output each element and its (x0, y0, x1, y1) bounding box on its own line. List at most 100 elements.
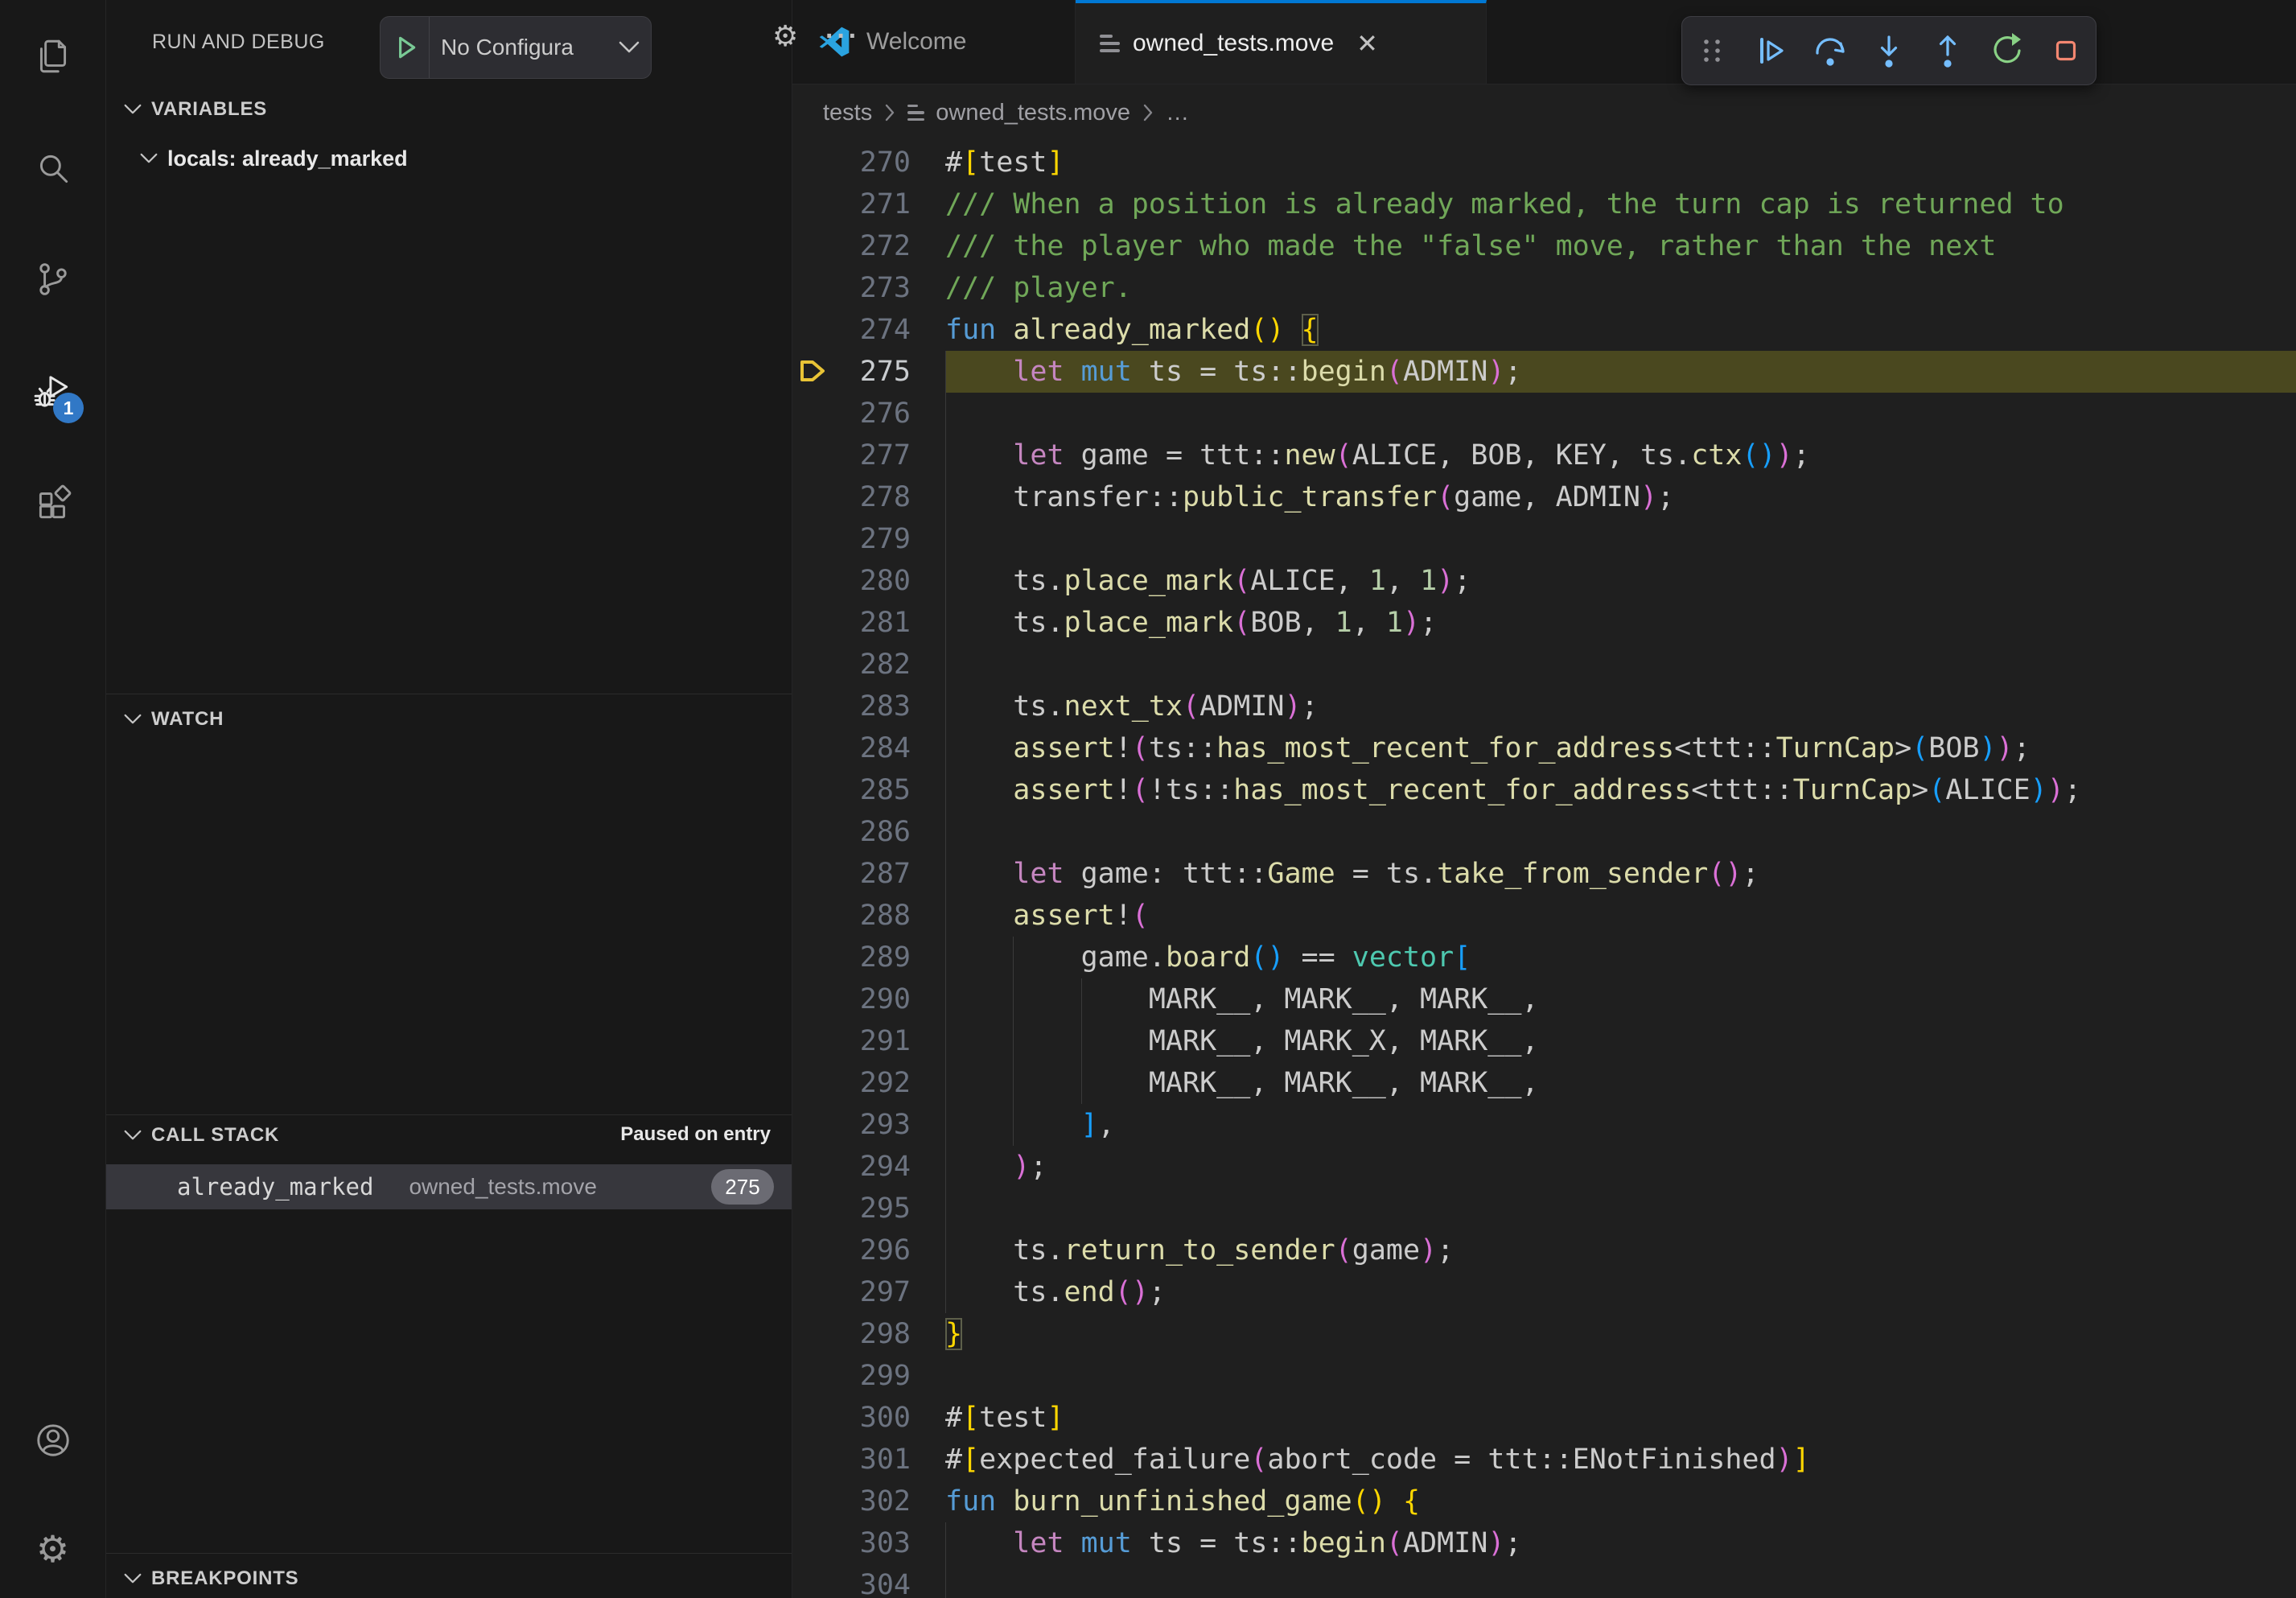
line-number[interactable]: 272 (792, 225, 911, 267)
line-number[interactable]: 299 (792, 1355, 911, 1397)
run-and-debug-icon[interactable]: 1 (0, 372, 105, 412)
line-number[interactable]: 271 (792, 183, 911, 225)
line-number[interactable]: 304 (792, 1564, 911, 1598)
code-line-287[interactable]: 287 let game: ttt::Game = ts.take_from_s… (792, 853, 2296, 895)
code-line-278[interactable]: 278 transfer::public_transfer(game, ADMI… (792, 476, 2296, 518)
extensions-icon[interactable] (0, 484, 105, 524)
settings-gear-icon[interactable]: ⚙ (0, 1527, 105, 1571)
line-number[interactable]: 289 (792, 937, 911, 978)
code-line-275[interactable]: 275 let mut ts = ts::begin(ADMIN); (792, 351, 2296, 393)
line-number[interactable]: 278 (792, 476, 911, 518)
line-number[interactable]: 283 (792, 686, 911, 727)
code-line-297[interactable]: 297 ts.end(); (792, 1271, 2296, 1313)
line-number[interactable]: 280 (792, 560, 911, 602)
code-line-277[interactable]: 277 let game = ttt::new(ALICE, BOB, KEY,… (792, 435, 2296, 476)
code-line-292[interactable]: 292 MARK__, MARK__, MARK__, (792, 1062, 2296, 1104)
breadcrumb-folder[interactable]: tests (823, 100, 872, 126)
step-over-button[interactable] (1804, 25, 1856, 76)
line-number[interactable]: 301 (792, 1439, 911, 1481)
line-number[interactable]: 282 (792, 644, 911, 686)
line-number[interactable]: 300 (792, 1397, 911, 1439)
code-token: assert (1013, 774, 1114, 806)
search-icon[interactable] (0, 149, 105, 189)
line-number[interactable]: 270 (792, 142, 911, 183)
code-line-273[interactable]: 273/// player. (792, 267, 2296, 309)
code-line-294[interactable]: 294 ); (792, 1146, 2296, 1188)
watch-section-header[interactable]: WATCH (106, 700, 792, 739)
views-more-icon[interactable]: ··· (825, 21, 860, 52)
line-number[interactable]: 291 (792, 1020, 911, 1062)
locals-tree-item[interactable]: locals: already_marked (106, 137, 792, 180)
variables-section-header[interactable]: VARIABLES (106, 90, 792, 129)
account-icon[interactable] (0, 1420, 105, 1460)
code-line-272[interactable]: 272/// the player who made the "false" m… (792, 225, 2296, 267)
code-line-299[interactable]: 299 (792, 1355, 2296, 1397)
line-number[interactable]: 297 (792, 1271, 911, 1313)
line-number[interactable]: 284 (792, 727, 911, 769)
line-number[interactable]: 302 (792, 1481, 911, 1522)
step-out-button[interactable] (1922, 25, 1973, 76)
start-debug-icon[interactable] (392, 34, 419, 61)
code-line-303[interactable]: 303 let mut ts = ts::begin(ADMIN); (792, 1522, 2296, 1564)
breadcrumb-file[interactable]: owned_tests.move (936, 100, 1130, 126)
call-stack-frame-row[interactable]: already_marked owned_tests.move 275 (106, 1164, 792, 1209)
line-number[interactable]: 286 (792, 811, 911, 853)
code-line-280[interactable]: 280 ts.place_mark(ALICE, 1, 1); (792, 560, 2296, 602)
code-line-270[interactable]: 270#[test] (792, 142, 2296, 183)
line-number[interactable]: 277 (792, 435, 911, 476)
code-line-291[interactable]: 291 MARK__, MARK_X, MARK__, (792, 1020, 2296, 1062)
code-line-298[interactable]: 298} (792, 1313, 2296, 1355)
code-line-295[interactable]: 295 (792, 1188, 2296, 1229)
debug-settings-gear-icon[interactable]: ⚙ (772, 19, 798, 53)
line-number[interactable]: 281 (792, 602, 911, 644)
toolbar-drag-grip[interactable] (1686, 25, 1738, 76)
step-into-button[interactable] (1863, 25, 1915, 76)
line-number[interactable]: 273 (792, 267, 911, 309)
line-number[interactable]: 298 (792, 1313, 911, 1355)
explorer-icon[interactable] (0, 36, 105, 76)
code-line-301[interactable]: 301#[expected_failure(abort_code = ttt::… (792, 1439, 2296, 1481)
code-line-284[interactable]: 284 assert!(ts::has_most_recent_for_addr… (792, 727, 2296, 769)
breadcrumb-more[interactable]: … (1166, 100, 1189, 126)
line-number[interactable]: 295 (792, 1188, 911, 1229)
line-number[interactable]: 292 (792, 1062, 911, 1104)
line-number[interactable]: 296 (792, 1229, 911, 1271)
code-line-296[interactable]: 296 ts.return_to_sender(game); (792, 1229, 2296, 1271)
line-number[interactable]: 279 (792, 518, 911, 560)
line-number[interactable]: 274 (792, 309, 911, 351)
code-line-276[interactable]: 276 (792, 393, 2296, 435)
restart-button[interactable] (1981, 25, 2033, 76)
code-line-281[interactable]: 281 ts.place_mark(BOB, 1, 1); (792, 602, 2296, 644)
line-number[interactable]: 294 (792, 1146, 911, 1188)
code-line-283[interactable]: 283 ts.next_tx(ADMIN); (792, 686, 2296, 727)
code-line-302[interactable]: 302fun burn_unfinished_game() { (792, 1481, 2296, 1522)
launch-config-dropdown[interactable]: No Configura (380, 16, 652, 79)
code-line-293[interactable]: 293 ], (792, 1104, 2296, 1146)
code-line-286[interactable]: 286 (792, 811, 2296, 853)
line-number[interactable]: 293 (792, 1104, 911, 1146)
code-token: ( (1335, 439, 1352, 472)
tab-owned-tests-move[interactable]: owned_tests.move ✕ (1076, 0, 1487, 84)
line-number[interactable]: 290 (792, 978, 911, 1020)
code-line-285[interactable]: 285 assert!(!ts::has_most_recent_for_add… (792, 769, 2296, 811)
breakpoints-section-header[interactable]: BREAKPOINTS (106, 1559, 792, 1598)
source-control-icon[interactable] (0, 259, 105, 299)
line-number[interactable]: 276 (792, 393, 911, 435)
close-icon[interactable]: ✕ (1356, 28, 1378, 59)
code-line-304[interactable]: 304 (792, 1564, 2296, 1598)
code-line-279[interactable]: 279 (792, 518, 2296, 560)
line-number[interactable]: 287 (792, 853, 911, 895)
code-line-282[interactable]: 282 (792, 644, 2296, 686)
line-number[interactable]: 303 (792, 1522, 911, 1564)
stop-button[interactable] (2040, 25, 2092, 76)
code-line-300[interactable]: 300#[test] (792, 1397, 2296, 1439)
line-number[interactable]: 288 (792, 895, 911, 937)
code-line-274[interactable]: 274fun already_marked() { (792, 309, 2296, 351)
code-line-290[interactable]: 290 MARK__, MARK__, MARK__, (792, 978, 2296, 1020)
code-line-288[interactable]: 288 assert!( (792, 895, 2296, 937)
code-line-289[interactable]: 289 game.board() == vector[ (792, 937, 2296, 978)
continue-button[interactable] (1745, 25, 1796, 76)
code-lines[interactable]: 270#[test]271/// When a position is alre… (792, 142, 2296, 1598)
code-line-271[interactable]: 271/// When a position is already marked… (792, 183, 2296, 225)
line-number[interactable]: 285 (792, 769, 911, 811)
